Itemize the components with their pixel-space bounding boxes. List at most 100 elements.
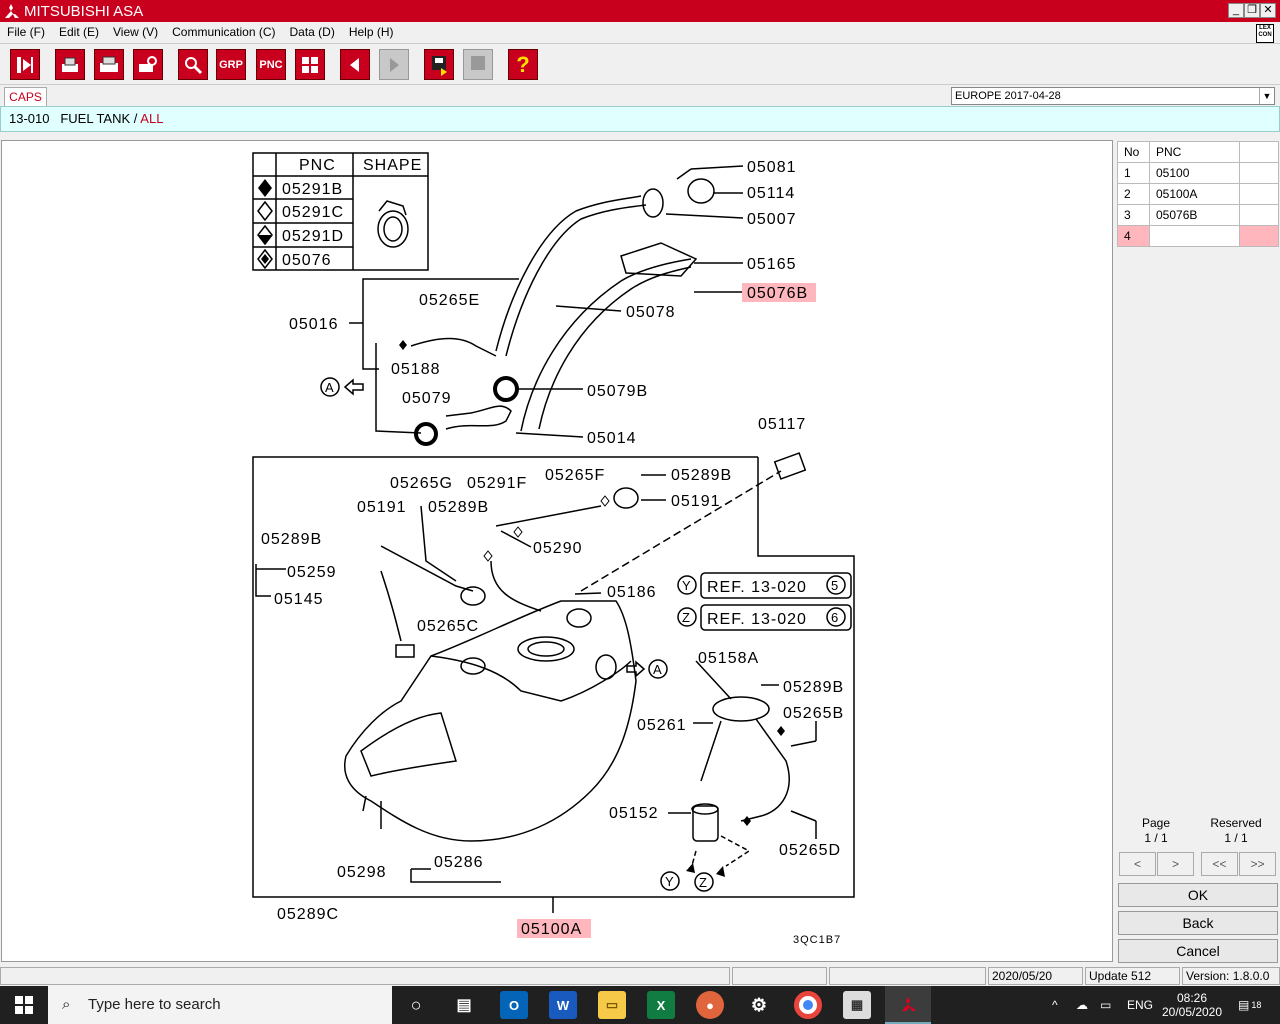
- outlook-icon[interactable]: O: [500, 991, 528, 1019]
- word-icon[interactable]: W: [549, 991, 577, 1019]
- last-page-button[interactable]: >>: [1239, 852, 1276, 876]
- chevron-down-icon[interactable]: ▼: [1259, 88, 1274, 104]
- part-label[interactable]: 05114: [747, 185, 795, 202]
- ref-link-13-020-6[interactable]: REF. 13-020: [707, 611, 807, 628]
- grid-icon[interactable]: [295, 49, 325, 80]
- part-label[interactable]: 05145: [274, 591, 324, 608]
- settings-gear-icon[interactable]: ⚙: [745, 991, 773, 1019]
- part-label[interactable]: 05079B: [587, 383, 648, 400]
- ok-button[interactable]: OK: [1118, 883, 1278, 907]
- print-icon[interactable]: [94, 49, 124, 80]
- cloud-icon[interactable]: ☁: [1076, 986, 1088, 1024]
- chrome-icon[interactable]: [794, 991, 822, 1019]
- part-label[interactable]: 05014: [587, 430, 637, 447]
- timeline-icon[interactable]: ▤: [450, 991, 478, 1019]
- part-label[interactable]: 05265D: [779, 842, 841, 859]
- exit-icon[interactable]: [10, 49, 40, 80]
- help-icon[interactable]: ?: [508, 49, 538, 80]
- part-label[interactable]: 05188: [391, 361, 441, 378]
- part-label[interactable]: 05289B: [428, 499, 489, 516]
- reserved-label: Reserved: [1210, 816, 1262, 830]
- pnc-button[interactable]: PNC: [256, 49, 286, 80]
- close-button[interactable]: ✕: [1260, 3, 1276, 18]
- part-label[interactable]: 05081: [747, 159, 797, 176]
- ref-link-13-020-5[interactable]: REF. 13-020: [707, 579, 807, 596]
- previous-icon[interactable]: [340, 49, 370, 80]
- menu-file[interactable]: File (F): [7, 25, 45, 39]
- maximize-button[interactable]: ❐: [1244, 3, 1260, 18]
- part-label[interactable]: 05286: [434, 854, 484, 871]
- app-icon[interactable]: ●: [696, 991, 724, 1019]
- mitsubishi-asa-taskbar-icon[interactable]: [885, 986, 931, 1024]
- part-label[interactable]: 05191: [357, 499, 407, 516]
- part-label[interactable]: 05007: [747, 211, 797, 228]
- part-label[interactable]: 05289B: [671, 467, 732, 484]
- part-label[interactable]: 05165: [747, 256, 797, 273]
- part-label[interactable]: 05259: [287, 564, 337, 581]
- part-label[interactable]: 05265B: [783, 705, 844, 722]
- windows-start-icon[interactable]: [0, 986, 48, 1024]
- part-label[interactable]: 05289C: [277, 906, 339, 923]
- minimize-button[interactable]: _: [1228, 3, 1244, 18]
- part-label[interactable]: 05291F: [467, 475, 527, 492]
- zoom-icon[interactable]: [178, 49, 208, 80]
- table-row-selected[interactable]: 4: [1117, 225, 1279, 247]
- part-label-highlighted[interactable]: 05100A: [521, 921, 582, 938]
- print-preview-icon[interactable]: [55, 49, 85, 80]
- table-row[interactable]: 2 05100A: [1117, 183, 1279, 205]
- part-label[interactable]: 05290: [533, 540, 583, 557]
- part-label[interactable]: 05078: [626, 304, 676, 321]
- first-page-button[interactable]: <<: [1201, 852, 1238, 876]
- part-label[interactable]: 05265F: [545, 467, 605, 484]
- grp-button[interactable]: GRP: [216, 49, 246, 80]
- task-view-icon[interactable]: ○: [402, 991, 430, 1019]
- language-indicator[interactable]: ENG: [1127, 986, 1153, 1024]
- part-label[interactable]: 05265G: [390, 475, 453, 492]
- part-label[interactable]: 05261: [637, 717, 687, 734]
- tab-caps[interactable]: CAPS: [4, 87, 47, 106]
- part-label[interactable]: 05158A: [698, 650, 759, 667]
- print-settings-icon[interactable]: [133, 49, 163, 80]
- part-label[interactable]: 05265E: [419, 292, 480, 309]
- filter-all-link[interactable]: ALL: [140, 111, 163, 126]
- part-label-highlighted[interactable]: 05076B: [747, 285, 808, 302]
- menu-edit[interactable]: Edit (E): [59, 25, 99, 39]
- back-button[interactable]: Back: [1118, 911, 1278, 935]
- calculator-icon[interactable]: ▦: [843, 991, 871, 1019]
- part-label[interactable]: 05186: [607, 584, 657, 601]
- ref-number: 6: [831, 610, 839, 625]
- part-label[interactable]: 05079: [402, 390, 452, 407]
- part-label[interactable]: 05298: [337, 864, 387, 881]
- row-pnc: 05100: [1149, 162, 1240, 184]
- prev-page-button[interactable]: <: [1119, 852, 1156, 876]
- table-row[interactable]: 1 05100: [1117, 162, 1279, 184]
- region-select[interactable]: EUROPE 2017-04-28 ▼: [951, 87, 1275, 105]
- part-label[interactable]: 05016: [289, 316, 339, 333]
- clock[interactable]: 08:26 20/05/2020: [1162, 986, 1222, 1024]
- parts-diagram[interactable]: PNC SHAPE 05291B 05291C 05291D 05076 050…: [1, 140, 1113, 962]
- cancel-button[interactable]: Cancel: [1118, 939, 1278, 963]
- part-label[interactable]: 05289B: [261, 531, 322, 548]
- part-label[interactable]: 05191: [671, 493, 721, 510]
- part-label[interactable]: 05289B: [783, 679, 844, 696]
- taskbar-search-input[interactable]: ⌕ Type here to search: [48, 986, 392, 1024]
- save-icon[interactable]: [424, 49, 454, 80]
- part-label[interactable]: 05265C: [417, 618, 479, 635]
- menu-help[interactable]: Help (H): [349, 25, 394, 39]
- part-label[interactable]: 05152: [609, 805, 659, 822]
- menu-communication[interactable]: Communication (C): [172, 25, 275, 39]
- network-icon[interactable]: ▭: [1100, 986, 1111, 1024]
- file-explorer-icon[interactable]: ▭: [598, 991, 626, 1019]
- clock-date: 20/05/2020: [1161, 1005, 1223, 1019]
- menu-data[interactable]: Data (D): [290, 25, 335, 39]
- row-pnc: 05100A: [1149, 183, 1240, 205]
- notification-icon[interactable]: ▤ 18: [1238, 986, 1261, 1024]
- excel-icon[interactable]: X: [647, 991, 675, 1019]
- row-pnc-input[interactable]: [1149, 225, 1240, 247]
- next-page-button[interactable]: >: [1157, 852, 1194, 876]
- part-label[interactable]: 05117: [758, 416, 806, 433]
- table-row[interactable]: 3 05076B: [1117, 204, 1279, 226]
- lexcon-icon[interactable]: LEX CON: [1256, 24, 1274, 43]
- menu-view[interactable]: View (V): [113, 25, 158, 39]
- chevron-up-icon[interactable]: ^: [1052, 986, 1058, 1024]
